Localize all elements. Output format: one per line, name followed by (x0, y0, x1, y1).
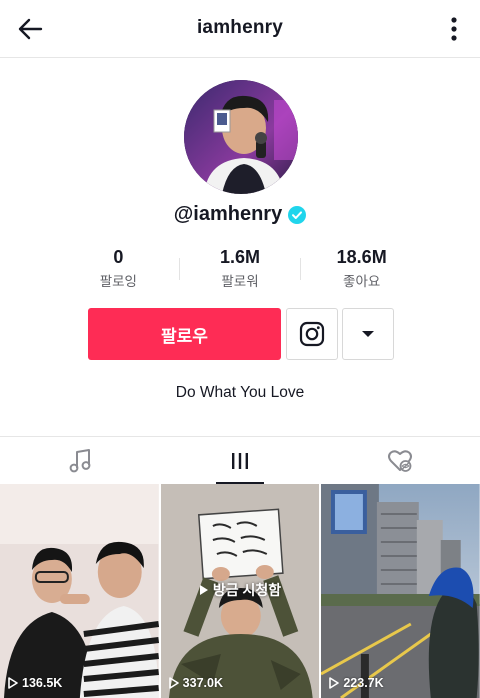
music-note-icon (69, 448, 91, 472)
tab-videos[interactable] (160, 437, 320, 484)
view-count: 136.5K (8, 676, 62, 690)
likes-label: 좋아요 (343, 274, 381, 289)
video-grid: 136.5K 방금 시청함 337.0K 223.7K (0, 484, 480, 698)
avatar-image (184, 80, 298, 194)
just-watched-text: 방금 시청함 (212, 582, 282, 598)
view-count-text: 337.0K (182, 676, 223, 690)
instagram-icon (299, 321, 325, 347)
view-count: 337.0K (168, 676, 223, 690)
play-icon (168, 677, 179, 689)
heart-hidden-icon (388, 449, 412, 472)
instagram-button[interactable] (286, 308, 338, 360)
video-thumbnail-image (0, 484, 159, 698)
top-bar: iamhenry (0, 0, 480, 58)
page-title: iamhenry (196, 17, 284, 38)
stat-followers[interactable]: 1.6M 팔로워 (180, 246, 301, 291)
followers-count: 1.6M (219, 247, 261, 267)
video-thumbnail[interactable]: 223.7K (321, 484, 480, 698)
followers-label: 팔로워 (221, 274, 259, 289)
video-thumbnail-image (321, 484, 480, 698)
more-dropdown-button[interactable] (342, 308, 394, 360)
video-thumbnail[interactable]: 방금 시청함 337.0K (160, 484, 320, 698)
play-icon (329, 677, 340, 689)
grid-bars-icon (232, 452, 248, 469)
profile-stats: 0 팔로잉 1.6M 팔로워 18.6M 좋아요 (58, 246, 422, 296)
play-icon (8, 677, 18, 689)
more-options-button[interactable] (442, 13, 466, 45)
video-thumbnail[interactable]: 136.5K (0, 484, 159, 698)
following-count: 0 (113, 247, 124, 267)
stat-following[interactable]: 0 팔로잉 (58, 246, 179, 291)
caret-down-icon (362, 331, 374, 337)
play-icon (199, 585, 208, 595)
vertical-dots-icon (451, 17, 457, 41)
view-count-text: 223.7K (343, 676, 384, 690)
tab-music[interactable] (0, 437, 160, 484)
username-row: @iamhenry (0, 203, 480, 226)
stat-likes[interactable]: 18.6M 좋아요 (301, 246, 422, 291)
view-count-text: 136.5K (22, 676, 63, 690)
likes-count: 18.6M (336, 247, 387, 267)
avatar[interactable] (184, 80, 298, 194)
bio-text: Do What You Love (175, 384, 305, 401)
view-count: 223.7K (329, 676, 384, 690)
follow-button[interactable]: 팔로우 (88, 308, 281, 360)
content-tabs (0, 436, 480, 484)
username: @iamhenry (173, 203, 283, 225)
verified-badge-icon (288, 205, 307, 224)
tab-liked[interactable] (320, 437, 480, 484)
following-label: 팔로잉 (99, 274, 137, 289)
just-watched-badge: 방금 시청함 (161, 580, 320, 600)
